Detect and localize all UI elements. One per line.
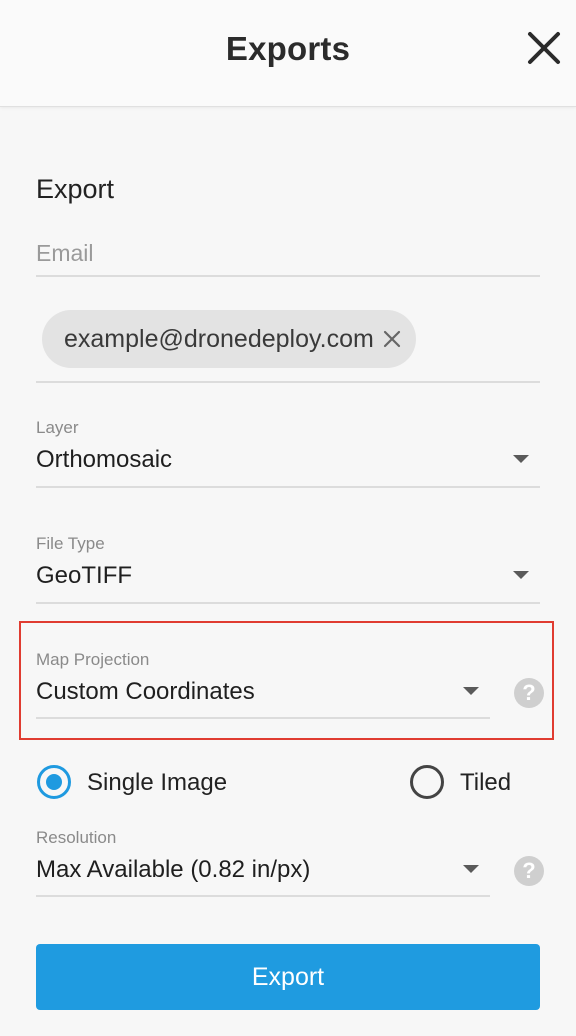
map-projection-underline — [36, 717, 490, 719]
email-chips-underline — [36, 381, 540, 383]
resolution-label: Resolution — [36, 828, 117, 847]
close-icon — [383, 330, 400, 348]
email-underline — [36, 275, 540, 277]
tiled-radio[interactable] — [410, 765, 444, 799]
close-icon — [528, 32, 560, 64]
email-chip: example@dronedeploy.com — [42, 310, 416, 368]
resolution-select[interactable]: Max Available (0.82 in/px) — [36, 856, 310, 884]
chevron-down-icon[interactable] — [463, 687, 479, 695]
export-button[interactable]: Export — [36, 944, 540, 1010]
layer-select[interactable]: Orthomosaic — [36, 446, 172, 474]
dialog-header: Exports — [0, 0, 576, 107]
help-icon[interactable]: ? — [514, 856, 544, 886]
single-image-radio[interactable] — [37, 765, 71, 799]
file-type-underline — [36, 602, 540, 604]
help-icon[interactable]: ? — [514, 678, 544, 708]
file-type-label: File Type — [36, 534, 105, 553]
resolution-underline — [36, 895, 490, 897]
chevron-down-icon[interactable] — [513, 455, 529, 463]
email-chip-label: example@dronedeploy.com — [64, 324, 374, 353]
chevron-down-icon[interactable] — [463, 865, 479, 873]
dialog-title: Exports — [225, 30, 351, 67]
layer-underline — [36, 486, 540, 488]
section-title: Export — [36, 174, 115, 204]
email-field[interactable]: Email — [36, 240, 94, 267]
chevron-down-icon[interactable] — [513, 571, 529, 579]
map-projection-label: Map Projection — [36, 650, 150, 669]
map-projection-select[interactable]: Custom Coordinates — [36, 678, 255, 706]
tiled-label[interactable]: Tiled — [460, 769, 511, 797]
layer-label: Layer — [36, 418, 79, 437]
single-image-label[interactable]: Single Image — [87, 769, 227, 797]
chip-remove-button[interactable] — [380, 327, 404, 351]
close-button[interactable] — [522, 26, 566, 70]
file-type-select[interactable]: GeoTIFF — [36, 562, 132, 590]
